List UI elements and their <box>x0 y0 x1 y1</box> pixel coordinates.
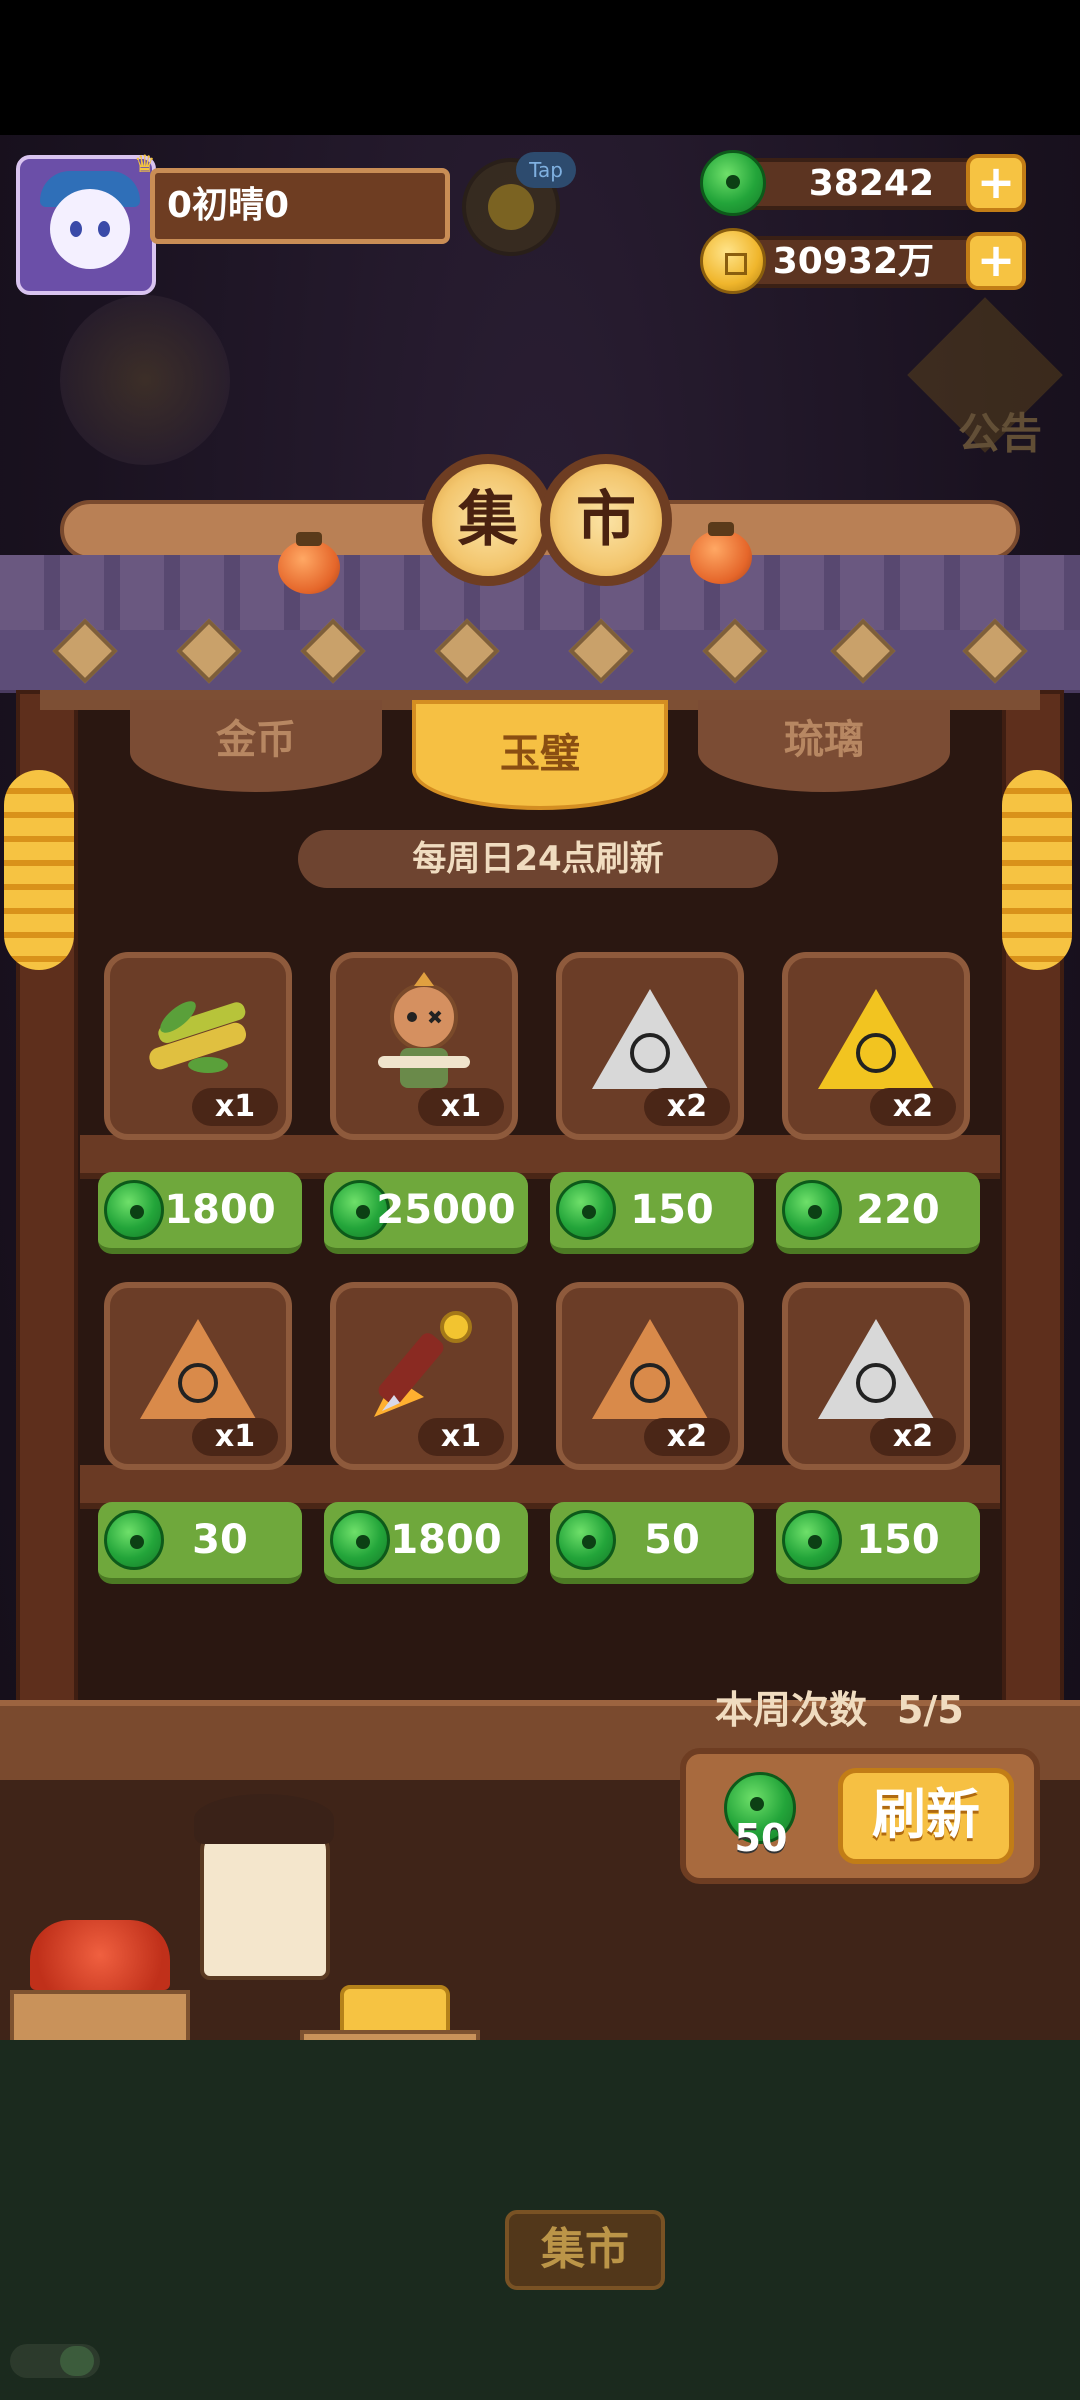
price-value: 25000 <box>376 1187 516 1233</box>
price-value: 150 <box>856 1517 940 1563</box>
tab-gold-coin[interactable]: 金币 <box>130 700 382 792</box>
market-sign: 集市 <box>505 2210 665 2290</box>
coin-currency: 30932万 + <box>700 228 1026 294</box>
price-value: 30 <box>192 1517 248 1563</box>
price-button-3[interactable]: 150 <box>550 1172 754 1254</box>
shop-item-1[interactable]: x1 <box>104 952 292 1140</box>
price-value: 50 <box>644 1517 700 1563</box>
item-count: x2 <box>644 1418 730 1456</box>
jade-currency: 38242 + <box>700 150 1026 216</box>
item-count: x2 <box>870 1418 956 1456</box>
price-button-1[interactable]: 1800 <box>98 1172 302 1254</box>
item-count: x2 <box>870 1088 956 1126</box>
weekly-refresh-counter: 本周次数 5/5 <box>715 1680 964 1740</box>
tab-jade[interactable]: 玉璧 <box>412 700 668 810</box>
seller-character <box>194 1794 334 1980</box>
shop-item-7[interactable]: x2 <box>556 1282 744 1470</box>
price-value: 150 <box>630 1187 714 1233</box>
price-button-6[interactable]: 1800 <box>324 1502 528 1584</box>
refresh-schedule: 每周日24点刷新 <box>298 830 778 888</box>
weekly-value: 5/5 <box>897 1688 964 1732</box>
price-button-4[interactable]: 220 <box>776 1172 980 1254</box>
moon <box>60 295 230 465</box>
market-title-char-2: 市 <box>540 454 672 586</box>
berries-icon <box>30 1920 170 1990</box>
persimmon-icon <box>278 532 340 594</box>
shop-item-8[interactable]: x2 <box>782 1282 970 1470</box>
status-bar <box>0 0 1080 135</box>
corn-decoration-icon <box>1002 770 1072 970</box>
item-count: x2 <box>644 1088 730 1126</box>
refresh-cost: 50 <box>734 1816 788 1860</box>
refresh-button[interactable]: 刷新 <box>838 1768 1014 1864</box>
player-name: 0初晴0 <box>150 168 450 244</box>
add-coin-button[interactable]: + <box>966 232 1026 290</box>
jade-icon <box>700 150 766 216</box>
price-button-2[interactable]: 25000 <box>324 1172 528 1254</box>
roof-eave <box>0 630 1080 690</box>
item-count: x1 <box>192 1088 278 1126</box>
shop-item-6[interactable]: x1 <box>330 1282 518 1470</box>
shop-item-4[interactable]: x2 <box>782 952 970 1140</box>
notice-button[interactable]: 公告 <box>907 297 1070 460</box>
brush-icon <box>364 1307 484 1431</box>
shop-item-2[interactable]: x1 <box>330 952 518 1140</box>
price-button-8[interactable]: 150 <box>776 1502 980 1584</box>
price-value: 1800 <box>164 1187 276 1233</box>
silver-rune-icon <box>592 988 708 1089</box>
price-button-7[interactable]: 50 <box>550 1502 754 1584</box>
weekly-label: 本周次数 <box>715 1688 868 1732</box>
price-value: 220 <box>856 1187 940 1233</box>
bronze-rune-icon <box>592 1318 708 1419</box>
persimmon-icon <box>690 522 752 584</box>
price-button-5[interactable]: 30 <box>98 1502 302 1584</box>
tab-glaze[interactable]: 琉璃 <box>698 700 950 792</box>
shop-item-5[interactable]: x1 <box>104 1282 292 1470</box>
refresh-panel: 50 刷新 <box>680 1748 1040 1884</box>
gold-rune-icon <box>818 988 934 1089</box>
shop-item-3[interactable]: x2 <box>556 952 744 1140</box>
price-value: 1800 <box>390 1517 502 1563</box>
bronze-rune-icon <box>140 1318 256 1419</box>
scarecrow-doll-icon <box>364 971 484 1106</box>
item-count: x1 <box>418 1418 504 1456</box>
market-title-char-1: 集 <box>422 454 554 586</box>
tap-badge: Tap <box>516 152 576 188</box>
bamboo-icon <box>138 987 258 1091</box>
add-jade-button[interactable]: + <box>966 154 1026 212</box>
coin-icon <box>700 228 766 294</box>
corn-decoration-icon <box>4 770 74 970</box>
item-count: x1 <box>192 1418 278 1456</box>
item-count: x1 <box>418 1088 504 1126</box>
silver-rune-icon <box>818 1318 934 1419</box>
toggle-switch[interactable] <box>10 2344 100 2378</box>
notice-label: 公告 <box>957 409 1042 458</box>
